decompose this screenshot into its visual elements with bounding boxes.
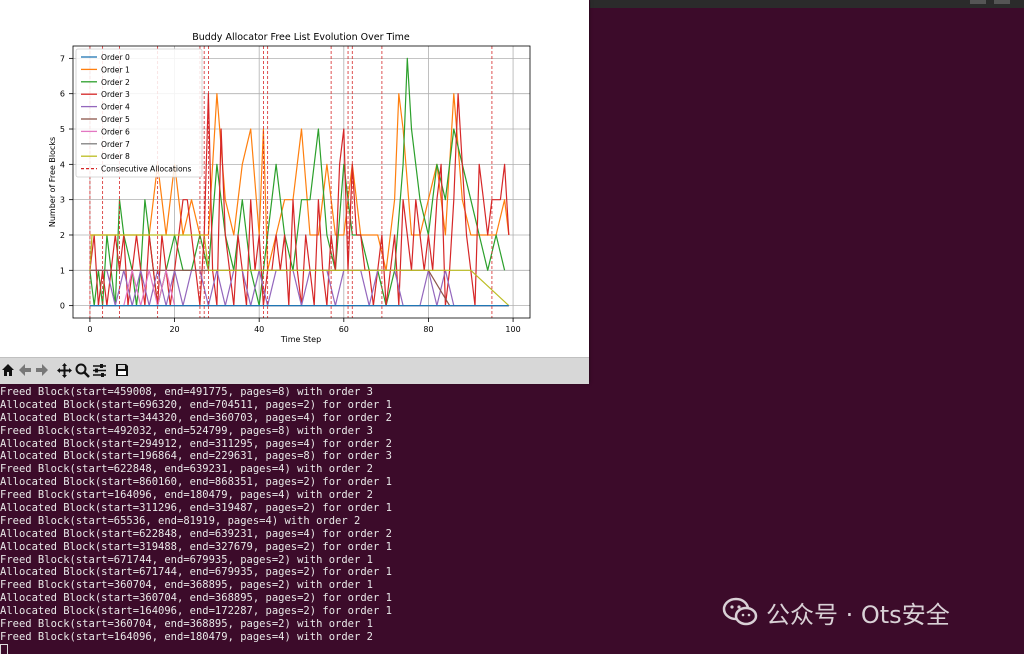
terminal-prompt[interactable] <box>0 643 1024 654</box>
y-tick-label: 6 <box>60 90 65 99</box>
window-control-button[interactable] <box>970 0 986 4</box>
legend-label: Consecutive Allocations <box>101 165 191 174</box>
terminal-line: Allocated Block(start=311296, end=319487… <box>0 502 392 515</box>
legend-label: Order 8 <box>101 152 130 161</box>
terminal-line: Allocated Block(start=860160, end=868351… <box>0 476 392 489</box>
x-tick-label: 0 <box>87 325 92 334</box>
legend-label: Order 0 <box>101 53 130 62</box>
terminal-line: Allocated Block(start=294912, end=311295… <box>0 437 392 450</box>
y-tick-label: 3 <box>60 196 65 205</box>
legend-label: Order 1 <box>101 65 130 74</box>
terminal-line: Allocated Block(start=319488, end=327679… <box>0 540 392 553</box>
chart-title: Buddy Allocator Free List Evolution Over… <box>192 32 410 43</box>
x-tick-label: 80 <box>423 325 433 334</box>
legend-label: Order 4 <box>101 103 130 112</box>
y-tick-label: 2 <box>60 231 65 240</box>
terminal-line: Allocated Block(start=344320, end=360703… <box>0 411 392 424</box>
y-tick-label: 5 <box>60 125 65 134</box>
terminal-line: Freed Block(start=671744, end=679935, pa… <box>0 553 373 566</box>
terminal-line: Allocated Block(start=196864, end=229631… <box>0 450 392 463</box>
terminal-line: Allocated Block(start=696320, end=704511… <box>0 398 392 411</box>
terminal-line: Freed Block(start=492032, end=524799, pa… <box>0 424 373 437</box>
x-axis-label: Time Step <box>280 335 321 344</box>
legend-label: Order 6 <box>101 127 130 136</box>
x-tick-label: 40 <box>254 325 264 334</box>
x-tick-label: 100 <box>505 325 520 334</box>
configure-subplots-icon[interactable] <box>92 363 107 379</box>
y-tick-label: 1 <box>60 266 65 275</box>
terminal-line: Allocated Block(start=671744, end=679935… <box>0 566 392 579</box>
legend-label: Order 3 <box>101 90 130 99</box>
terminal-line: Freed Block(start=622848, end=639231, pa… <box>0 463 373 476</box>
x-tick-label: 20 <box>169 325 179 334</box>
y-axis-label: Number of Free Blocks <box>48 137 57 227</box>
legend-box <box>75 48 203 178</box>
plot-toolbar <box>0 357 589 384</box>
window-control-button[interactable] <box>994 0 1010 4</box>
chart-canvas: Buddy Allocator Free List Evolution Over… <box>48 32 531 344</box>
terminal-line: Freed Block(start=360704, end=368895, pa… <box>0 579 373 592</box>
zoom-icon[interactable] <box>75 363 90 379</box>
terminal-line: Allocated Block(start=622848, end=639231… <box>0 527 392 540</box>
save-icon[interactable] <box>115 363 129 379</box>
matplotlib-figure-window: Buddy Allocator Free List Evolution Over… <box>0 0 589 384</box>
terminal-line: Freed Block(start=459008, end=491775, pa… <box>0 386 373 398</box>
watermark-text: 公众号 · Ots安全 <box>766 600 950 629</box>
legend-label: Order 2 <box>101 78 130 87</box>
forward-arrow-icon[interactable] <box>35 363 49 379</box>
window-title-bar-strip <box>590 0 1024 8</box>
terminal-line: Freed Block(start=65536, end=81919, page… <box>0 514 361 527</box>
back-arrow-icon[interactable] <box>18 363 32 379</box>
y-tick-label: 0 <box>60 302 65 311</box>
terminal-line: Freed Block(start=164096, end=180479, pa… <box>0 489 373 502</box>
pan-icon[interactable] <box>57 363 72 379</box>
y-tick-label: 7 <box>60 54 65 63</box>
x-tick-label: 60 <box>339 325 349 334</box>
terminal-cursor <box>0 643 8 654</box>
wechat-icon <box>722 597 758 626</box>
watermark: 公众号 · Ots安全 <box>722 594 1002 630</box>
terminal-line: Freed Block(start=164096, end=180479, pa… <box>0 630 373 643</box>
plot-area: 0 20 40 60 80 100 0 1 2 3 4 5 6 7 Order 0 Order 1 Order … <box>60 45 531 334</box>
y-tick-label: 4 <box>60 160 65 169</box>
legend-label: Order 7 <box>101 140 130 149</box>
home-icon[interactable] <box>1 363 15 379</box>
legend-label: Order 5 <box>101 115 130 124</box>
